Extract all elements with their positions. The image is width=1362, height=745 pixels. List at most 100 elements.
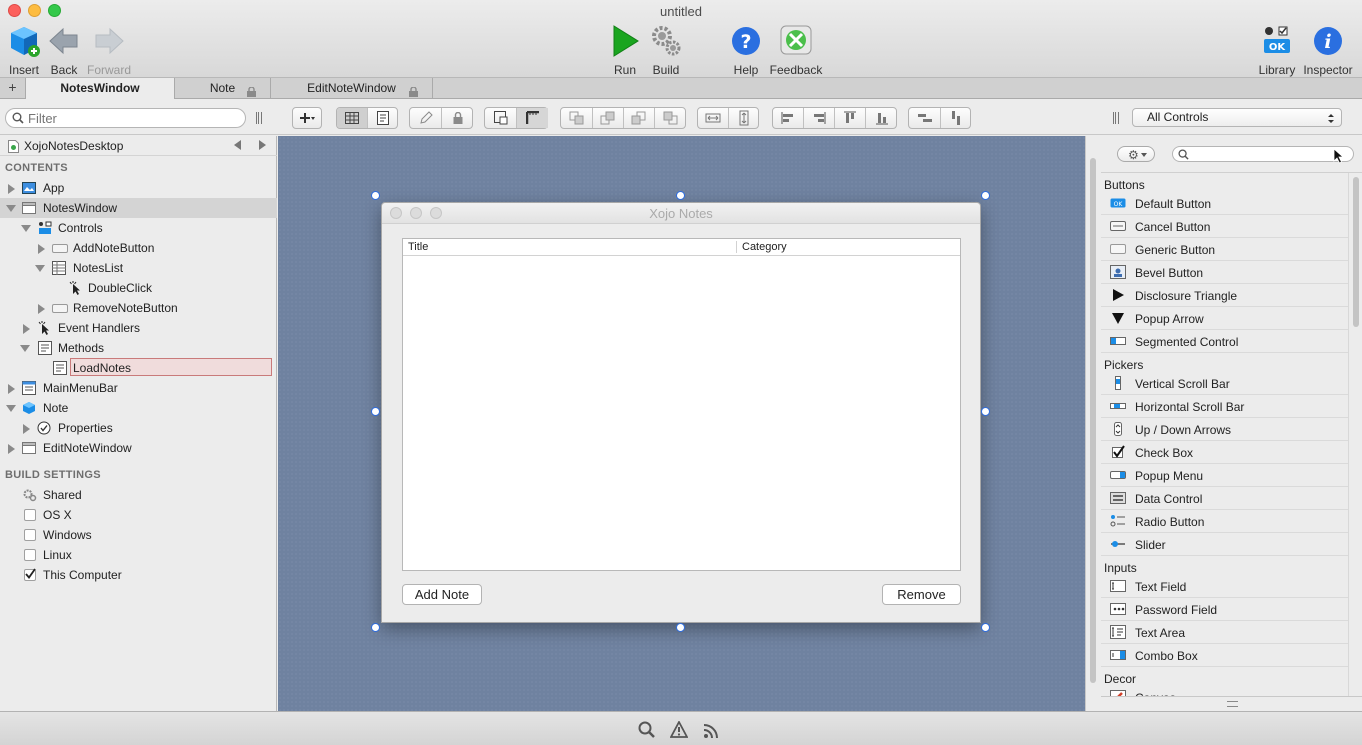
run-button[interactable]: Run	[608, 24, 642, 77]
layout-view-button[interactable]	[337, 108, 368, 128]
distribute-segmented[interactable]	[908, 107, 971, 129]
nav-item-editnotewindow[interactable]: EditNoteWindow	[0, 438, 277, 458]
disclosure-icon[interactable]	[35, 265, 45, 272]
navigator-filter[interactable]	[5, 108, 246, 128]
library-item[interactable]: Disclosure Triangle	[1101, 284, 1348, 307]
size-segmented[interactable]	[697, 107, 759, 129]
distribute-vertical-button[interactable]	[941, 108, 971, 128]
disclosure-icon[interactable]	[8, 184, 15, 194]
move-to-back-button[interactable]	[655, 108, 686, 128]
disclosure-icon[interactable]	[21, 225, 31, 232]
rss-feed-icon[interactable]	[703, 721, 721, 739]
disclosure-icon[interactable]	[20, 345, 30, 352]
tab-noteswindow[interactable]: NotesWindow	[26, 78, 175, 99]
move-forward-button[interactable]	[593, 108, 624, 128]
disclosure-icon[interactable]	[8, 384, 15, 394]
selection-handle[interactable]	[371, 623, 380, 632]
align-bottom-button[interactable]	[866, 108, 897, 128]
disclosure-icon[interactable]	[8, 444, 15, 454]
disclosure-icon[interactable]	[23, 324, 30, 334]
library-item[interactable]: Popup Arrow	[1101, 307, 1348, 330]
library-item[interactable]: Canvas	[1101, 686, 1348, 696]
warning-icon[interactable]	[669, 720, 689, 739]
selection-handle[interactable]	[371, 191, 380, 200]
library-item[interactable]: Up / Down Arrows	[1101, 418, 1348, 441]
add-note-button[interactable]: Add Note	[402, 584, 482, 605]
nav-item-loadnotes[interactable]: LoadNotes	[0, 358, 277, 378]
nav-item-methods[interactable]: Methods	[0, 338, 277, 358]
library-scrollbar[interactable]	[1348, 173, 1362, 696]
nav-item-properties[interactable]: Properties	[0, 418, 277, 438]
library-item[interactable]: Combo Box	[1101, 644, 1348, 667]
scroll-thumb[interactable]	[1353, 177, 1359, 327]
align-left-button[interactable]	[773, 108, 804, 128]
library-item[interactable]: Text Field	[1101, 575, 1348, 598]
align-right-button[interactable]	[804, 108, 835, 128]
build-item-this-computer[interactable]: This Computer	[0, 565, 277, 585]
arrange-segmented[interactable]	[560, 107, 686, 129]
noteswindow-form[interactable]: Xojo Notes Title Category Add Note Remov…	[381, 202, 981, 623]
nav-item-mainmenubar[interactable]: MainMenuBar	[0, 378, 277, 398]
library-item[interactable]: Horizontal Scroll Bar	[1101, 395, 1348, 418]
edit-lock-segmented[interactable]	[409, 107, 473, 129]
library-item[interactable]: Data Control	[1101, 487, 1348, 510]
osx-checkbox[interactable]	[24, 509, 36, 521]
feedback-button[interactable]: Feedback	[768, 24, 824, 77]
distribute-horizontal-button[interactable]	[909, 108, 941, 128]
lock-controls-button[interactable]	[442, 108, 473, 128]
build-button[interactable]: Build	[648, 24, 684, 77]
disclosure-icon[interactable]	[38, 304, 45, 314]
align-top-button[interactable]	[835, 108, 866, 128]
library-item[interactable]: Popup Menu	[1101, 464, 1348, 487]
nav-item-addnotebutton[interactable]: AddNoteButton	[0, 238, 277, 258]
selection-handle[interactable]	[981, 623, 990, 632]
nav-item-removenotebutton[interactable]: RemoveNoteButton	[0, 298, 277, 318]
move-backward-button[interactable]	[624, 108, 655, 128]
build-item-windows[interactable]: Windows	[0, 525, 277, 545]
nav-back-icon[interactable]	[234, 140, 241, 150]
selection-handle[interactable]	[371, 407, 380, 416]
nav-item-doubleclick[interactable]: DoubleClick	[0, 278, 277, 298]
remove-button[interactable]: Remove	[882, 584, 961, 605]
disclosure-icon[interactable]	[6, 405, 16, 412]
library-item[interactable]: Password Field	[1101, 598, 1348, 621]
library-filter-popup[interactable]: All Controls	[1132, 108, 1342, 127]
inspector-button[interactable]: i Inspector	[1303, 24, 1353, 77]
selection-handle[interactable]	[676, 623, 685, 632]
windows-checkbox[interactable]	[24, 529, 36, 541]
notes-listbox[interactable]: Title Category	[402, 238, 961, 571]
build-item-linux[interactable]: Linux	[0, 545, 277, 565]
help-button[interactable]: ? Help	[729, 24, 763, 77]
canvas-scrollbar[interactable]	[1085, 136, 1100, 711]
pane-splitter-handle[interactable]	[256, 112, 262, 124]
library-item[interactable]: Check Box	[1101, 441, 1348, 464]
disclosure-icon[interactable]	[6, 205, 16, 212]
library-item[interactable]: Segmented Control	[1101, 330, 1348, 353]
scroll-thumb[interactable]	[1090, 158, 1096, 683]
add-tab-button[interactable]: +	[0, 78, 26, 99]
nav-item-noteslist[interactable]: NotesList	[0, 258, 277, 278]
back-button[interactable]: Back	[46, 24, 82, 77]
tab-note[interactable]: Note	[175, 78, 271, 99]
same-width-button[interactable]	[698, 108, 729, 128]
nav-item-note[interactable]: Note	[0, 398, 277, 418]
nav-item-event-handlers[interactable]: Event Handlers	[0, 318, 277, 338]
this-computer-checkbox[interactable]	[24, 568, 36, 581]
nav-item-app[interactable]: App	[0, 178, 277, 198]
show-rulers-button[interactable]	[517, 108, 548, 128]
linux-checkbox[interactable]	[24, 549, 36, 561]
filter-input[interactable]	[28, 111, 238, 126]
nav-forward-icon[interactable]	[259, 140, 266, 150]
forward-button[interactable]: Forward	[87, 24, 131, 77]
column-header-category[interactable]: Category	[742, 241, 787, 253]
build-item-shared[interactable]: Shared	[0, 485, 277, 505]
insert-button[interactable]: Insert	[5, 24, 43, 77]
library-item[interactable]: Cancel Button	[1101, 215, 1348, 238]
edit-mode-button[interactable]	[410, 108, 442, 128]
build-item-osx[interactable]: OS X	[0, 505, 277, 525]
add-control-menu-button[interactable]	[292, 107, 322, 129]
pane-splitter-handle[interactable]	[1113, 112, 1119, 124]
nav-item-controls[interactable]: Controls	[0, 218, 277, 238]
selection-handle[interactable]	[676, 191, 685, 200]
column-header-title[interactable]: Title	[408, 241, 428, 253]
